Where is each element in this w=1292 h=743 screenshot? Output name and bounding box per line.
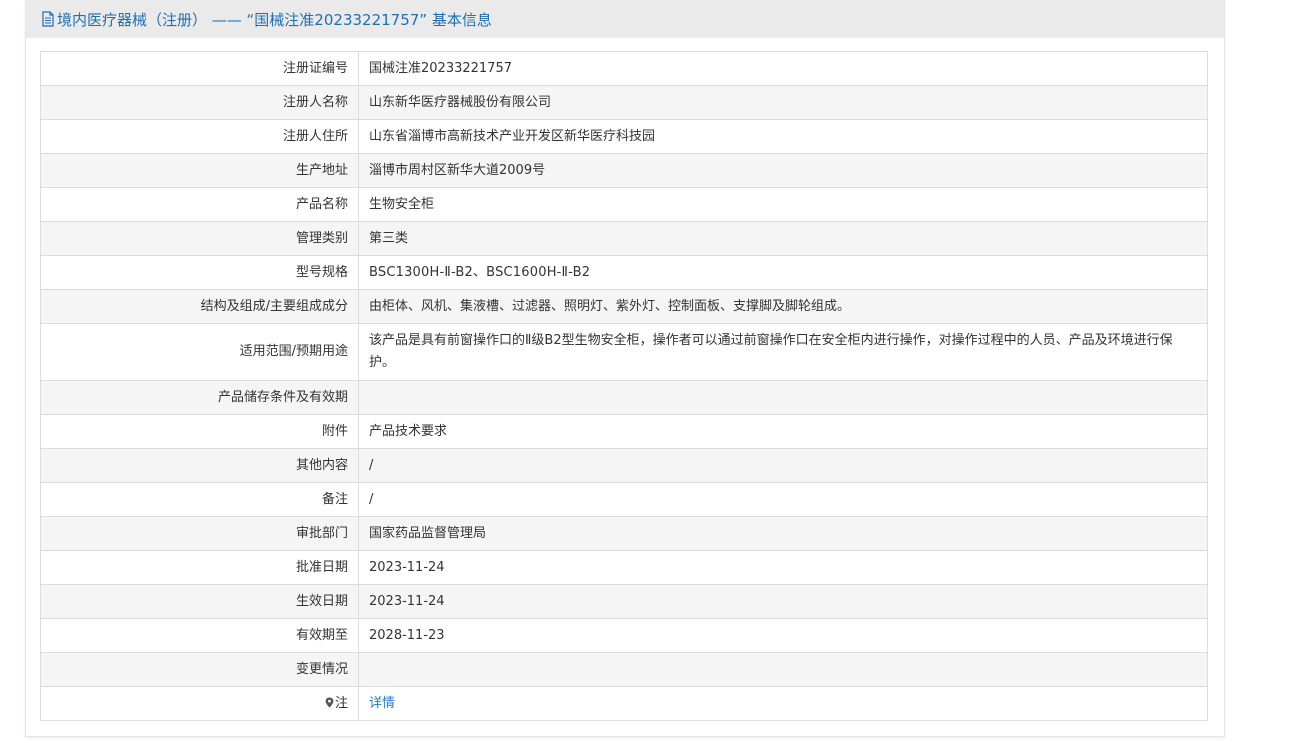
row-label: 管理类别 (40, 221, 359, 256)
detail-panel: 境内医疗器械（注册） —— “国械注准20233221757” 基本信息 注册证… (25, 0, 1225, 737)
note-label: 注 (334, 695, 348, 711)
row-value (358, 380, 1208, 415)
row-value: 2023-11-24 (358, 550, 1208, 585)
table-row: 其他内容 / (40, 448, 1208, 483)
table-row: 审批部门 国家药品监督管理局 (40, 516, 1208, 551)
row-value: 山东新华医疗器械股份有限公司 (358, 85, 1208, 120)
row-value: 生物安全柜 (358, 187, 1208, 222)
row-value (358, 652, 1208, 687)
row-label: 生产地址 (40, 153, 359, 188)
row-label: 注册证编号 (40, 51, 359, 86)
pin-icon (325, 697, 334, 707)
table-row: 产品储存条件及有效期 (40, 380, 1208, 415)
row-value: 2023-11-24 (358, 584, 1208, 619)
row-label: 变更情况 (40, 652, 359, 687)
table-row: 附件 产品技术要求 (40, 414, 1208, 449)
row-label: 注册人名称 (40, 85, 359, 120)
row-label: 产品储存条件及有效期 (40, 380, 359, 415)
row-value: 山东省淄博市高新技术产业开发区新华医疗科技园 (358, 119, 1208, 154)
table-row: 结构及组成/主要组成成分 由柜体、风机、集液槽、过滤器、照明灯、紫外灯、控制面板… (40, 289, 1208, 324)
row-label: 附件 (40, 414, 359, 449)
row-label: 有效期至 (40, 618, 359, 653)
row-label: 结构及组成/主要组成成分 (40, 289, 359, 324)
info-table-container: 注册证编号 国械注准20233221757 注册人名称 山东新华医疗器械股份有限… (40, 51, 1208, 721)
row-value: / (358, 448, 1208, 483)
table-row: 注册人名称 山东新华医疗器械股份有限公司 (40, 85, 1208, 120)
table-row: 备注 / (40, 482, 1208, 517)
row-label: 批准日期 (40, 550, 359, 585)
note-label-cell: 注 (40, 686, 359, 721)
table-row: 生效日期 2023-11-24 (40, 584, 1208, 619)
table-row: 适用范围/预期用途 该产品是具有前窗操作口的Ⅱ级B2型生物安全柜，操作者可以通过… (40, 323, 1208, 381)
row-value: 淄博市周村区新华大道2009号 (358, 153, 1208, 188)
row-value: 产品技术要求 (358, 414, 1208, 449)
note-row: 注 详情 (40, 686, 1208, 721)
page-title: 境内医疗器械（注册） —— “国械注准20233221757” 基本信息 (57, 10, 492, 29)
row-label: 注册人住所 (40, 119, 359, 154)
row-label: 型号规格 (40, 255, 359, 290)
row-label: 审批部门 (40, 516, 359, 551)
row-label: 备注 (40, 482, 359, 517)
row-value: / (358, 482, 1208, 517)
table-row: 产品名称 生物安全柜 (40, 187, 1208, 222)
table-row: 有效期至 2028-11-23 (40, 618, 1208, 653)
table-row: 注册人住所 山东省淄博市高新技术产业开发区新华医疗科技园 (40, 119, 1208, 154)
table-row: 注册证编号 国械注准20233221757 (40, 51, 1208, 86)
panel-header: 境内医疗器械（注册） —— “国械注准20233221757” 基本信息 (26, 0, 1224, 38)
info-table: 注册证编号 国械注准20233221757 注册人名称 山东新华医疗器械股份有限… (40, 51, 1208, 721)
details-link[interactable]: 详情 (369, 696, 395, 711)
row-label: 产品名称 (40, 187, 359, 222)
row-label: 生效日期 (40, 584, 359, 619)
row-label: 其他内容 (40, 448, 359, 483)
note-value-cell: 详情 (358, 686, 1208, 721)
table-row: 管理类别 第三类 (40, 221, 1208, 256)
table-row: 型号规格 BSC1300H-Ⅱ-B2、BSC1600H-Ⅱ-B2 (40, 255, 1208, 290)
row-value: BSC1300H-Ⅱ-B2、BSC1600H-Ⅱ-B2 (358, 255, 1208, 290)
row-value: 由柜体、风机、集液槽、过滤器、照明灯、紫外灯、控制面板、支撑脚及脚轮组成。 (358, 289, 1208, 324)
table-row: 批准日期 2023-11-24 (40, 550, 1208, 585)
table-row: 生产地址 淄博市周村区新华大道2009号 (40, 153, 1208, 188)
table-row: 变更情况 (40, 652, 1208, 687)
row-value: 国家药品监督管理局 (358, 516, 1208, 551)
row-label: 适用范围/预期用途 (40, 323, 359, 381)
row-value: 2028-11-23 (358, 618, 1208, 653)
row-value: 国械注准20233221757 (358, 51, 1208, 86)
row-value: 第三类 (358, 221, 1208, 256)
row-value: 该产品是具有前窗操作口的Ⅱ级B2型生物安全柜，操作者可以通过前窗操作口在安全柜内… (358, 323, 1208, 381)
document-icon (42, 11, 54, 27)
